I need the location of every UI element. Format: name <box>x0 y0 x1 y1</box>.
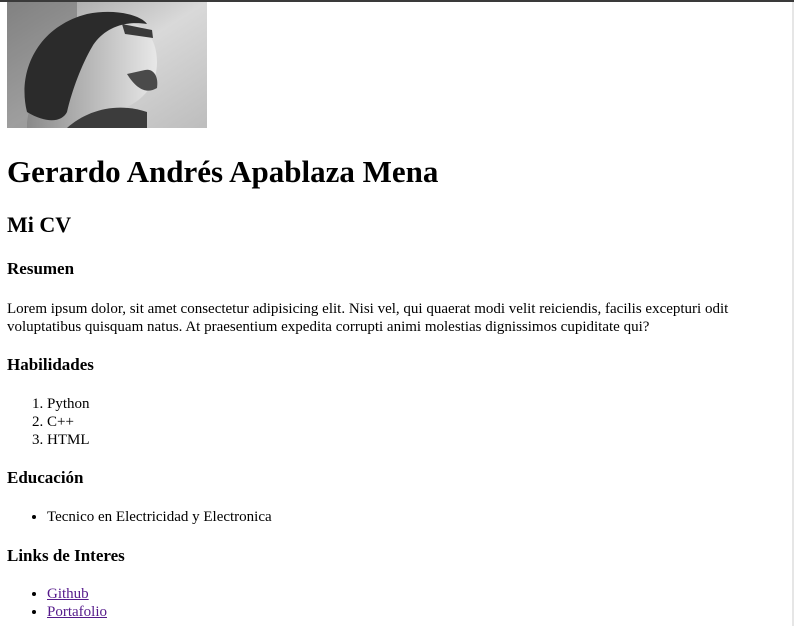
summary-text: Lorem ipsum dolor, sit amet consectetur … <box>7 301 729 335</box>
cv-heading: Mi CV <box>7 212 72 237</box>
profile-photo <box>7 2 207 128</box>
cv-page: Gerardo Andrés Apablaza Mena Mi CV Resum… <box>7 2 785 620</box>
page-title: Gerardo Andrés Apablaza Mena <box>7 154 439 189</box>
skill-item: Python <box>47 395 90 413</box>
education-item: Tecnico en Electricidad y Electronica <box>47 508 272 526</box>
skill-item: C++ <box>47 413 90 431</box>
summary-heading: Resumen <box>7 259 75 278</box>
education-heading: Educación <box>7 468 84 487</box>
skill-item: HTML <box>47 431 90 449</box>
links-list: Github Portafolio <box>7 585 107 621</box>
skills-heading: Habilidades <box>7 355 94 374</box>
list-item: Portafolio <box>47 603 107 621</box>
list-item: Github <box>47 585 107 603</box>
portfolio-link[interactable]: Portafolio <box>47 604 107 620</box>
skills-list: Python C++ HTML <box>7 395 90 449</box>
education-list: Tecnico en Electricidad y Electronica <box>7 508 272 526</box>
links-heading: Links de Interes <box>7 546 125 565</box>
github-link[interactable]: Github <box>47 586 89 602</box>
